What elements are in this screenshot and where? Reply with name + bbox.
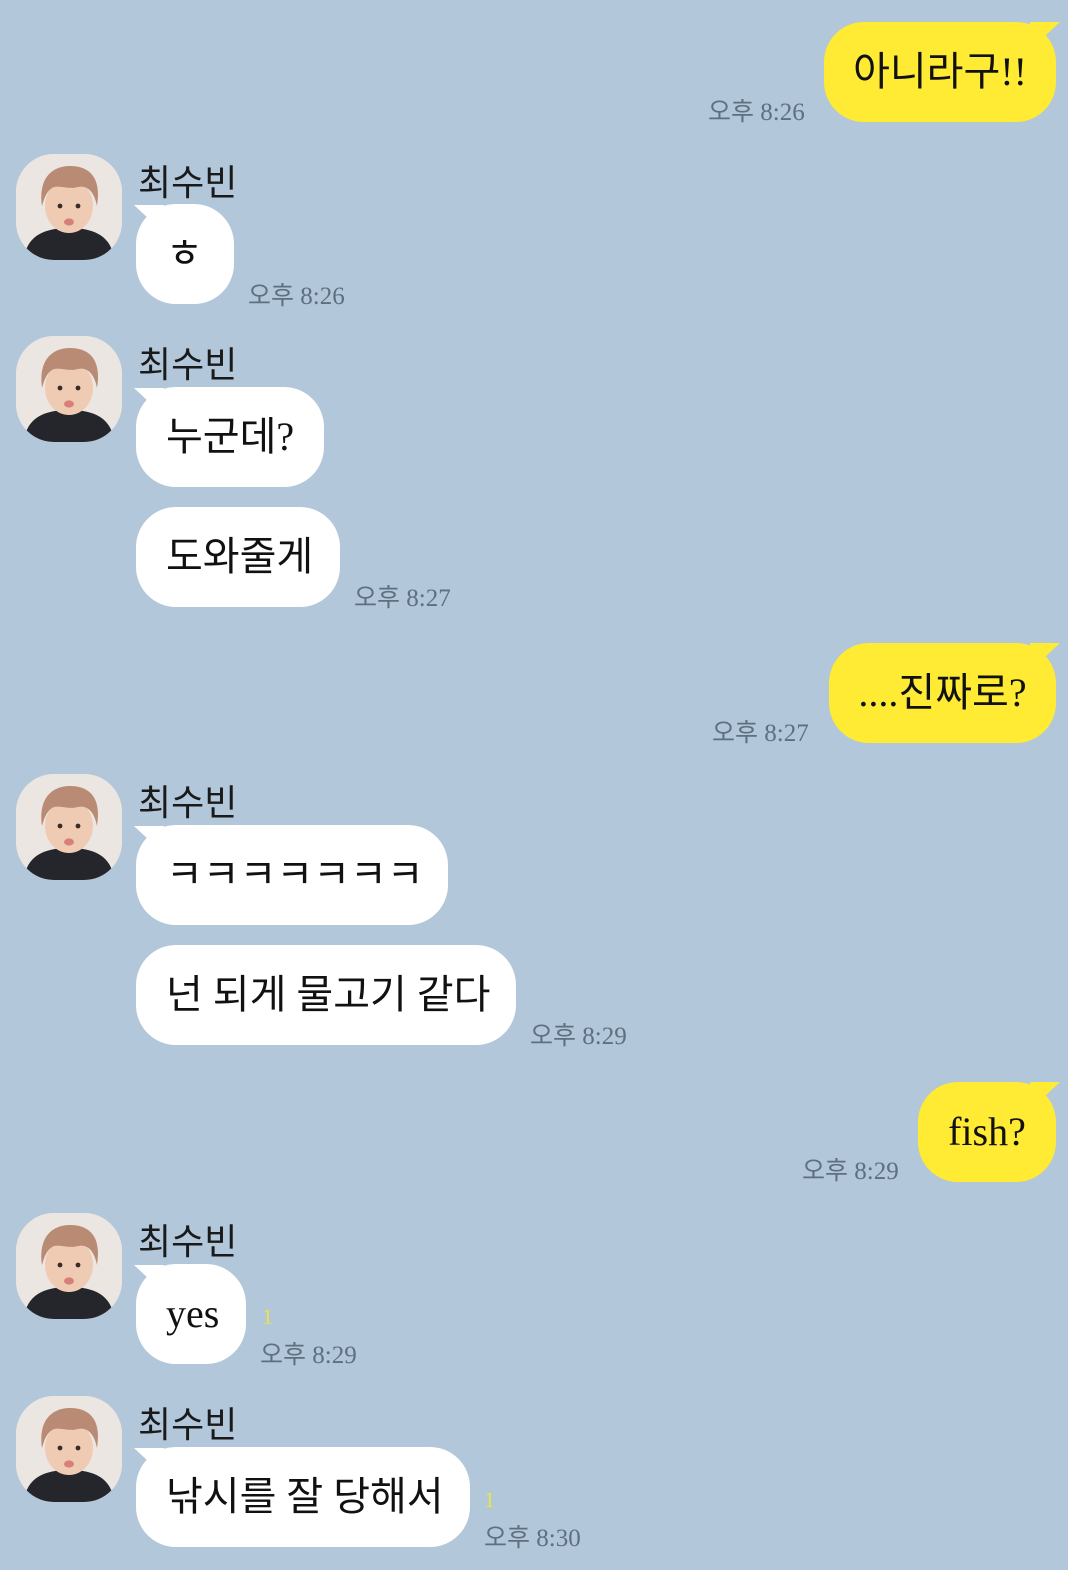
sender-name: 최수빈: [138, 345, 238, 385]
sender-name: 최수빈: [138, 783, 238, 823]
message-timestamp: 오후 8:27: [712, 720, 809, 747]
my-message-bubble[interactable]: ....진짜로?: [829, 643, 1056, 743]
message-timestamp: 오후 8:29: [802, 1158, 899, 1185]
contact-message-bubble[interactable]: 도와줄게: [136, 507, 340, 607]
sender-name: 최수빈: [138, 1222, 238, 1262]
profile-photo-icon: [16, 1213, 122, 1319]
my-message-bubble[interactable]: 아니라구!!: [824, 22, 1056, 122]
contact-avatar[interactable]: [16, 1396, 122, 1502]
message-text: 도와줄게: [166, 534, 314, 579]
contact-message-bubble[interactable]: ㅋㅋㅋㅋㅋㅋㅋ: [136, 825, 448, 925]
sender-name: 최수빈: [138, 163, 238, 203]
sender-name: 최수빈: [138, 1405, 238, 1445]
contact-message-bubble[interactable]: ㅎ: [136, 204, 234, 304]
contact-message-bubble[interactable]: 낚시를 잘 당해서: [136, 1447, 470, 1547]
unread-count: 1: [262, 1304, 273, 1329]
message-timestamp: 오후 8:30: [484, 1525, 581, 1552]
message-text: 누군데?: [166, 414, 295, 459]
message-text: ㅎ: [166, 231, 203, 276]
message-timestamp: 오후 8:26: [248, 283, 345, 310]
profile-photo-icon: [16, 774, 122, 880]
message-text: fish?: [948, 1109, 1026, 1154]
message-timestamp: 오후 8:27: [354, 585, 451, 612]
chat-message-list[interactable]: 아니라구!! 오후 8:26 최수빈 ㅎ 오후 8:26 최수빈 누군데? 도와…: [0, 0, 1068, 1570]
contact-avatar[interactable]: [16, 154, 122, 260]
profile-photo-icon: [16, 336, 122, 442]
unread-count: 1: [484, 1487, 495, 1512]
message-text: ....진짜로?: [858, 670, 1027, 715]
message-text: ㅋㅋㅋㅋㅋㅋㅋ: [166, 852, 424, 897]
contact-message-bubble[interactable]: yes: [136, 1264, 246, 1364]
message-timestamp: 오후 8:29: [260, 1342, 357, 1369]
profile-photo-icon: [16, 1396, 122, 1502]
message-text: 아니라구!!: [853, 49, 1027, 94]
contact-message-bubble[interactable]: 넌 되게 물고기 같다: [136, 945, 516, 1045]
contact-avatar[interactable]: [16, 1213, 122, 1319]
message-text: yes: [166, 1291, 220, 1336]
message-timestamp: 오후 8:26: [708, 99, 805, 126]
contact-message-bubble[interactable]: 누군데?: [136, 387, 324, 487]
message-text: 낚시를 잘 당해서: [166, 1474, 444, 1519]
contact-avatar[interactable]: [16, 774, 122, 880]
message-timestamp: 오후 8:29: [530, 1023, 627, 1050]
profile-photo-icon: [16, 154, 122, 260]
contact-avatar[interactable]: [16, 336, 122, 442]
message-text: 넌 되게 물고기 같다: [166, 972, 491, 1017]
